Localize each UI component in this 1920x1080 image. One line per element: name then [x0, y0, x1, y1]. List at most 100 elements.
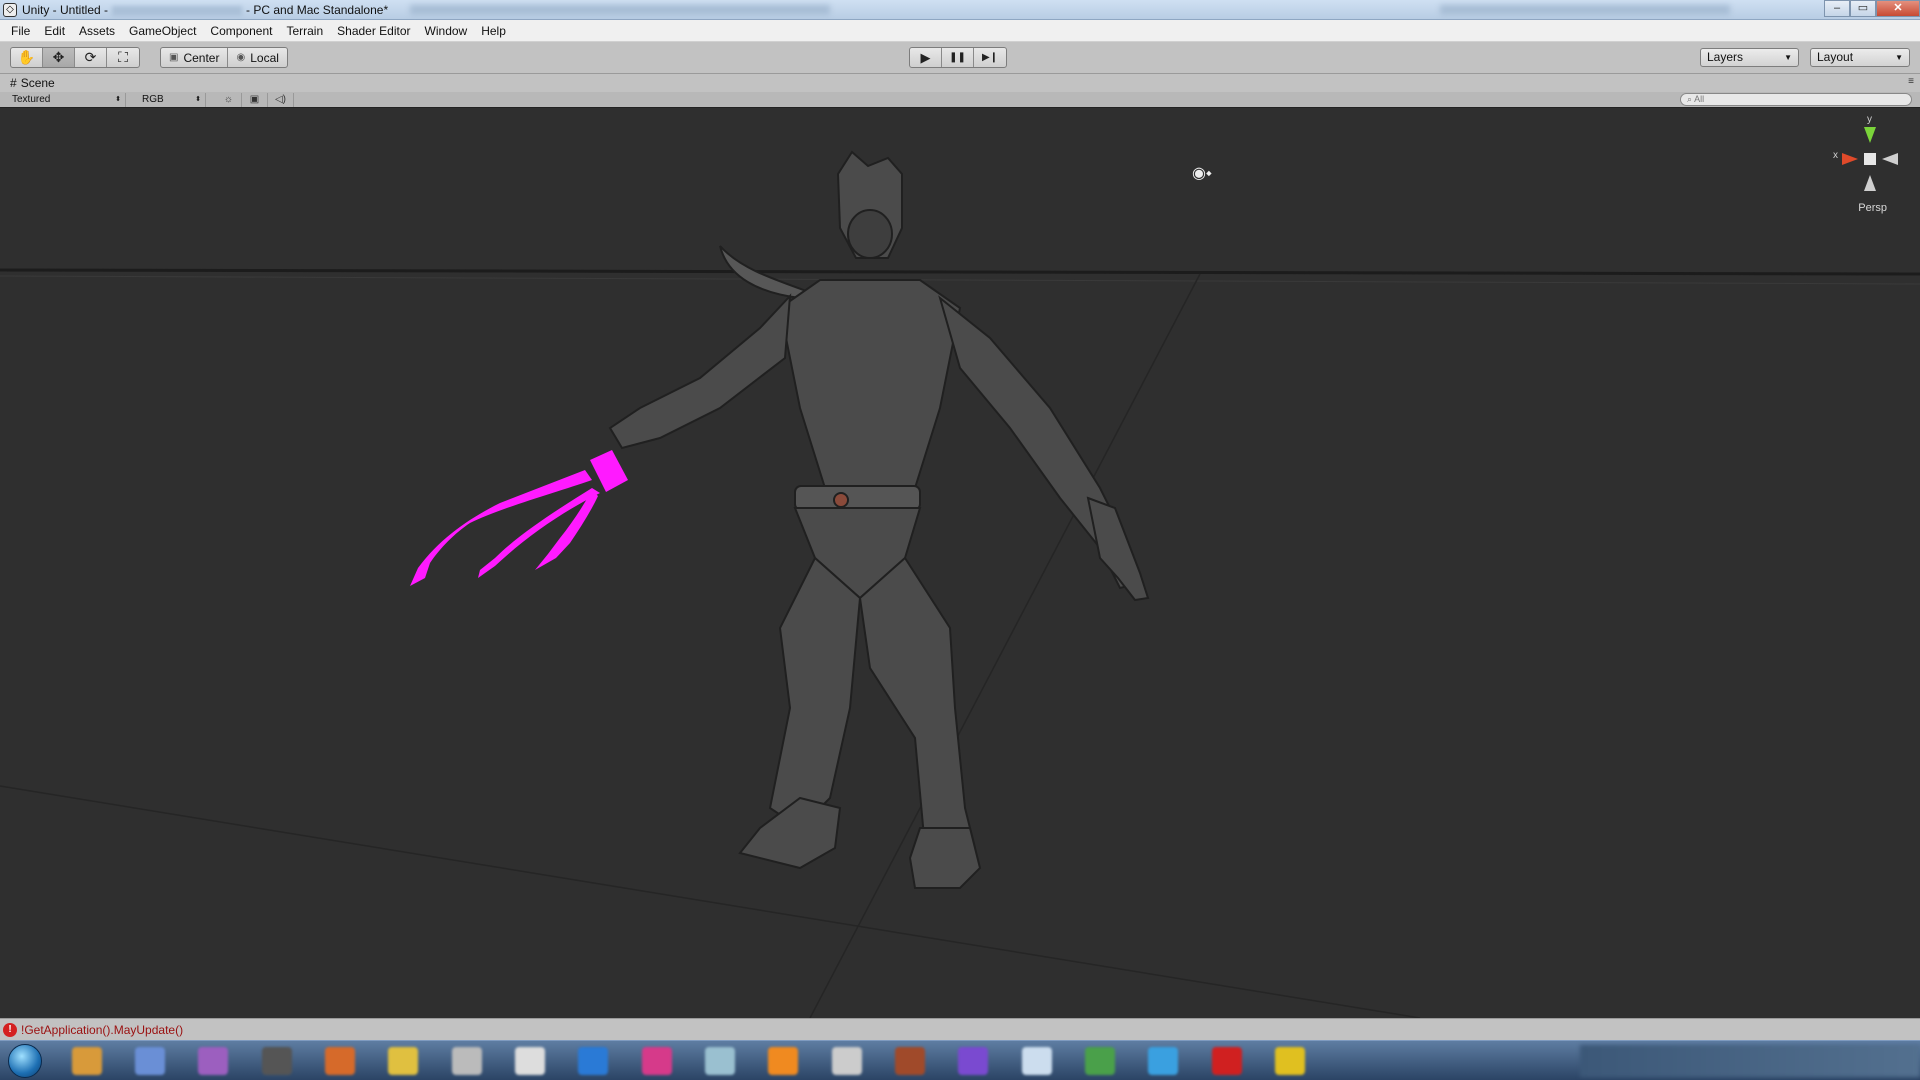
taskbar-app-icon[interactable] [262, 1047, 292, 1075]
model-left-foot [738, 796, 842, 870]
taskbar-app-icon[interactable] [452, 1047, 482, 1075]
menu-gameobject[interactable]: GameObject [122, 20, 203, 42]
scene-viewport[interactable]: y x ◉⬩ Persp [0, 108, 1920, 1018]
model-torso [778, 279, 962, 489]
taskbar-app-icon[interactable] [1085, 1047, 1115, 1075]
taskbar-app-icon[interactable] [388, 1047, 418, 1075]
color-mode-label: RGB [142, 94, 164, 105]
trident-missing-shader [410, 450, 628, 586]
pivot-center-label: Center [183, 50, 220, 65]
scene-search-placeholder: All [1694, 94, 1705, 104]
pause-button[interactable]: ❚❚ [942, 48, 974, 67]
title-bar: ◇ Unity - Untitled - - PC and Mac Standal… [0, 0, 1920, 20]
menu-edit[interactable]: Edit [37, 20, 72, 42]
gizmo-y-axis[interactable] [1864, 127, 1876, 143]
layout-label: Layout [1817, 50, 1854, 64]
menu-terrain[interactable]: Terrain [279, 20, 330, 42]
orientation-gizmo[interactable]: y x [1833, 114, 1898, 191]
trident-handle [590, 450, 628, 492]
pivot-toggles: ▣ Center ◉ Local [160, 47, 288, 68]
step-button[interactable]: ▶❙ [974, 48, 1006, 67]
sun-icon: ☼ [223, 94, 234, 105]
close-button[interactable]: ✕ [1876, 0, 1920, 17]
step-icon: ▶❙ [981, 52, 999, 63]
speaker-icon: ◁) [274, 94, 287, 105]
model-belt-gem [833, 492, 849, 508]
play-button[interactable]: ▶ [910, 48, 942, 67]
blurred-taskbar-ghost [410, 5, 830, 15]
taskbar-app-icon[interactable] [642, 1047, 672, 1075]
taskbar-app-icon[interactable] [705, 1047, 735, 1075]
gizmo-y-label: y [1867, 114, 1872, 125]
gizmo-center[interactable] [1864, 153, 1876, 165]
menu-component[interactable]: Component [203, 20, 279, 42]
scale-tool-button[interactable]: ⛶ [107, 48, 139, 67]
taskbar-app-icon[interactable] [1022, 1047, 1052, 1075]
status-message[interactable]: !GetApplication().MayUpdate() [21, 1023, 183, 1037]
maximize-button[interactable]: ▭ [1850, 0, 1876, 17]
scene-overlay-toggle[interactable]: ▣ [242, 93, 268, 107]
taskbar-app-icon[interactable] [72, 1047, 102, 1075]
image-icon: ▣ [249, 94, 260, 105]
status-bar[interactable]: ! !GetApplication().MayUpdate() [0, 1018, 1920, 1040]
taskbar-app-icon[interactable] [578, 1047, 608, 1075]
play-icon: ▶ [920, 49, 931, 65]
error-icon: ! [3, 1023, 17, 1037]
taskbar-app-icon[interactable] [198, 1047, 228, 1075]
rotate-tool-button[interactable]: ⟳ [75, 48, 107, 67]
character-model [608, 150, 1150, 889]
menu-bar: File Edit Assets GameObject Component Te… [0, 20, 1920, 42]
persp-label[interactable]: Persp [1858, 202, 1887, 214]
scene-search-input[interactable]: ⌕ All [1680, 93, 1912, 106]
taskbar-app-icon[interactable] [958, 1047, 988, 1075]
taskbar-app-icon[interactable] [325, 1047, 355, 1075]
gizmo-x-label: x [1833, 150, 1838, 161]
window-title: Unity - Untitled - - PC and Mac Standalon… [22, 3, 388, 17]
os-taskbar [0, 1040, 1920, 1080]
window-title-prefix: Unity - Untitled - [22, 3, 109, 17]
menu-help[interactable]: Help [474, 20, 513, 42]
hand-tool-button[interactable]: ✋ [11, 48, 43, 67]
model-face [847, 209, 893, 259]
trident-right-prong [535, 490, 598, 570]
taskbar-app-icon[interactable] [515, 1047, 545, 1075]
panel-menu-icon[interactable]: ≡ [1908, 76, 1914, 87]
camera-icon[interactable]: ◉⬩ [1192, 163, 1212, 183]
taskbar-app-icon[interactable] [1148, 1047, 1178, 1075]
menu-assets[interactable]: Assets [72, 20, 122, 42]
menu-file[interactable]: File [4, 20, 37, 42]
scale-icon: ⛶ [118, 49, 128, 65]
move-tool-button[interactable]: ✥ [43, 48, 75, 67]
start-button[interactable] [8, 1044, 42, 1078]
minimize-button[interactable]: ‒ [1824, 0, 1850, 17]
playback-controls: ▶ ❚❚ ▶❙ [909, 47, 1007, 68]
tab-scene[interactable]: # Scene [4, 75, 61, 92]
chevron-updown-icon: ⬍ [195, 96, 201, 103]
color-mode-dropdown[interactable]: RGB ⬍ [136, 93, 206, 107]
taskbar-app-icon[interactable] [768, 1047, 798, 1075]
grid-icon: # [10, 76, 17, 90]
taskbar-app-icon[interactable] [832, 1047, 862, 1075]
pivot-local-button[interactable]: ◉ Local [228, 48, 286, 67]
menu-shader-editor[interactable]: Shader Editor [330, 20, 417, 42]
taskbar-app-icon[interactable] [895, 1047, 925, 1075]
grid-line [0, 785, 1421, 1018]
layers-dropdown[interactable]: Layers ▼ [1700, 48, 1799, 67]
gizmo-neg-y-axis[interactable] [1864, 175, 1876, 191]
pivot-local-icon: ◉ [236, 52, 246, 63]
scene-render: y x [0, 114, 1920, 1018]
layout-dropdown[interactable]: Layout ▼ [1810, 48, 1910, 67]
taskbar-app-icon[interactable] [1275, 1047, 1305, 1075]
render-mode-dropdown[interactable]: Textured ⬍ [6, 93, 126, 107]
gizmo-neg-x-axis[interactable] [1882, 153, 1898, 165]
rotate-icon: ⟳ [84, 49, 97, 65]
scene-lighting-toggle[interactable]: ☼ [216, 93, 242, 107]
taskbar-app-icon[interactable] [135, 1047, 165, 1075]
taskbar-app-icon[interactable] [1212, 1047, 1242, 1075]
render-mode-label: Textured [12, 94, 51, 105]
pivot-center-button[interactable]: ▣ Center [161, 48, 229, 67]
scene-audio-toggle[interactable]: ◁) [268, 93, 294, 107]
menu-window[interactable]: Window [418, 20, 475, 42]
gizmo-x-axis[interactable] [1842, 153, 1858, 165]
pivot-local-label: Local [250, 50, 279, 65]
